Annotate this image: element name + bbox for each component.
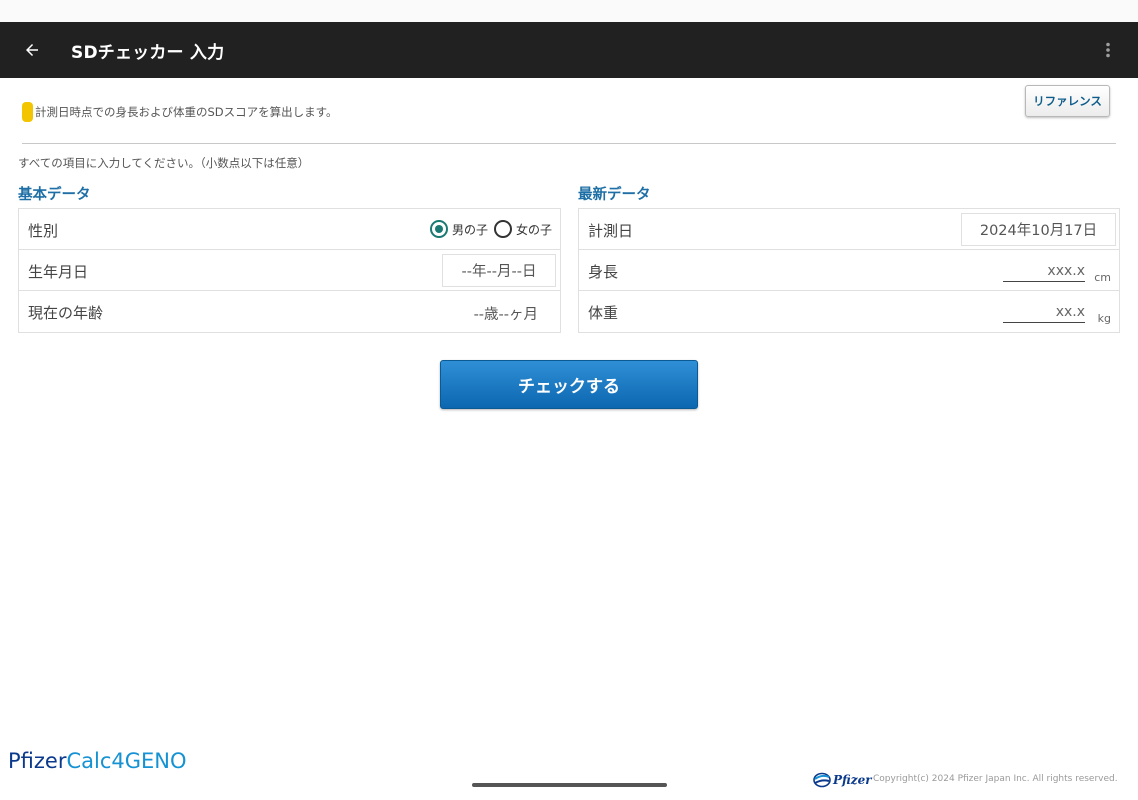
more-vertical-icon: [1106, 42, 1110, 58]
radio-unchecked-icon: [493, 220, 512, 238]
weight-label: 体重: [588, 304, 619, 322]
height-input[interactable]: [1003, 260, 1085, 282]
measure-date-field[interactable]: 2024年10月17日: [961, 213, 1116, 246]
copyright-text: Copyright(c) 2024 Pfizer Japan Inc. All …: [873, 774, 1118, 784]
sex-label: 性別: [28, 222, 59, 240]
brand-part2: Calc4GENO: [66, 749, 187, 773]
height-row: 身長 cm: [579, 250, 1119, 291]
overflow-menu-button[interactable]: [1096, 38, 1120, 62]
brand-logo: PfizerCalc4GENO: [8, 749, 187, 773]
back-button[interactable]: [16, 34, 48, 66]
radio-checked-icon: [429, 220, 448, 238]
height-unit: cm: [1094, 271, 1111, 284]
weight-input[interactable]: [1003, 301, 1085, 323]
divider: [22, 143, 1116, 144]
highlight-marker-icon: [22, 102, 33, 122]
sex-radio-group: 男の子 女の子: [424, 220, 552, 238]
status-bar: [0, 0, 1138, 22]
radio-boy[interactable]: 男の子: [429, 220, 488, 238]
description-note: 計測日時点での身長および体重のSDスコアを算出します。: [22, 102, 338, 122]
birthdate-field[interactable]: --年--月--日: [442, 254, 556, 287]
instruction-text: すべての項目に入力してください。（小数点以下は任意）: [18, 156, 310, 170]
radio-girl[interactable]: 女の子: [493, 220, 552, 238]
age-value: --歳--ヶ月: [473, 307, 538, 323]
weight-unit: kg: [1097, 312, 1111, 325]
page-title: SDチェッカー 入力: [71, 43, 225, 63]
description-text: 計測日時点での身長および体重のSDスコアを算出します。: [35, 105, 338, 119]
pfizer-swoosh-icon: [813, 772, 831, 788]
height-label: 身長: [588, 263, 619, 281]
weight-row: 体重 kg: [579, 291, 1119, 332]
check-button[interactable]: チェックする: [440, 360, 698, 409]
home-indicator[interactable]: [472, 783, 667, 787]
reference-button[interactable]: リファレンス: [1025, 85, 1110, 117]
latest-data-title: 最新データ: [578, 187, 651, 203]
basic-data-panel: 性別 男の子 女の子 生年月日 --年--月--日 現在の年齢 --歳--ヶ月: [18, 208, 561, 333]
latest-data-panel: 計測日 2024年10月17日 身長 cm 体重 kg: [578, 208, 1120, 333]
measure-date-label: 計測日: [588, 222, 634, 240]
arrow-left-icon: [26, 44, 38, 56]
radio-girl-label: 女の子: [515, 222, 552, 237]
brand-part1: Pfizer: [8, 749, 67, 773]
birthdate-label: 生年月日: [28, 263, 89, 281]
radio-boy-label: 男の子: [451, 222, 488, 237]
pfizer-logo-text: Pfizer: [833, 773, 872, 787]
age-row: 現在の年齢 --歳--ヶ月: [19, 291, 560, 332]
pfizer-logo: Pfizer: [813, 769, 872, 791]
sex-row: 性別 男の子 女の子: [19, 209, 560, 250]
app-bar: SDチェッカー 入力: [0, 22, 1138, 78]
basic-data-title: 基本データ: [18, 187, 91, 203]
measure-date-row: 計測日 2024年10月17日: [579, 209, 1119, 250]
age-label: 現在の年齢: [28, 304, 104, 322]
birthdate-row: 生年月日 --年--月--日: [19, 250, 560, 291]
